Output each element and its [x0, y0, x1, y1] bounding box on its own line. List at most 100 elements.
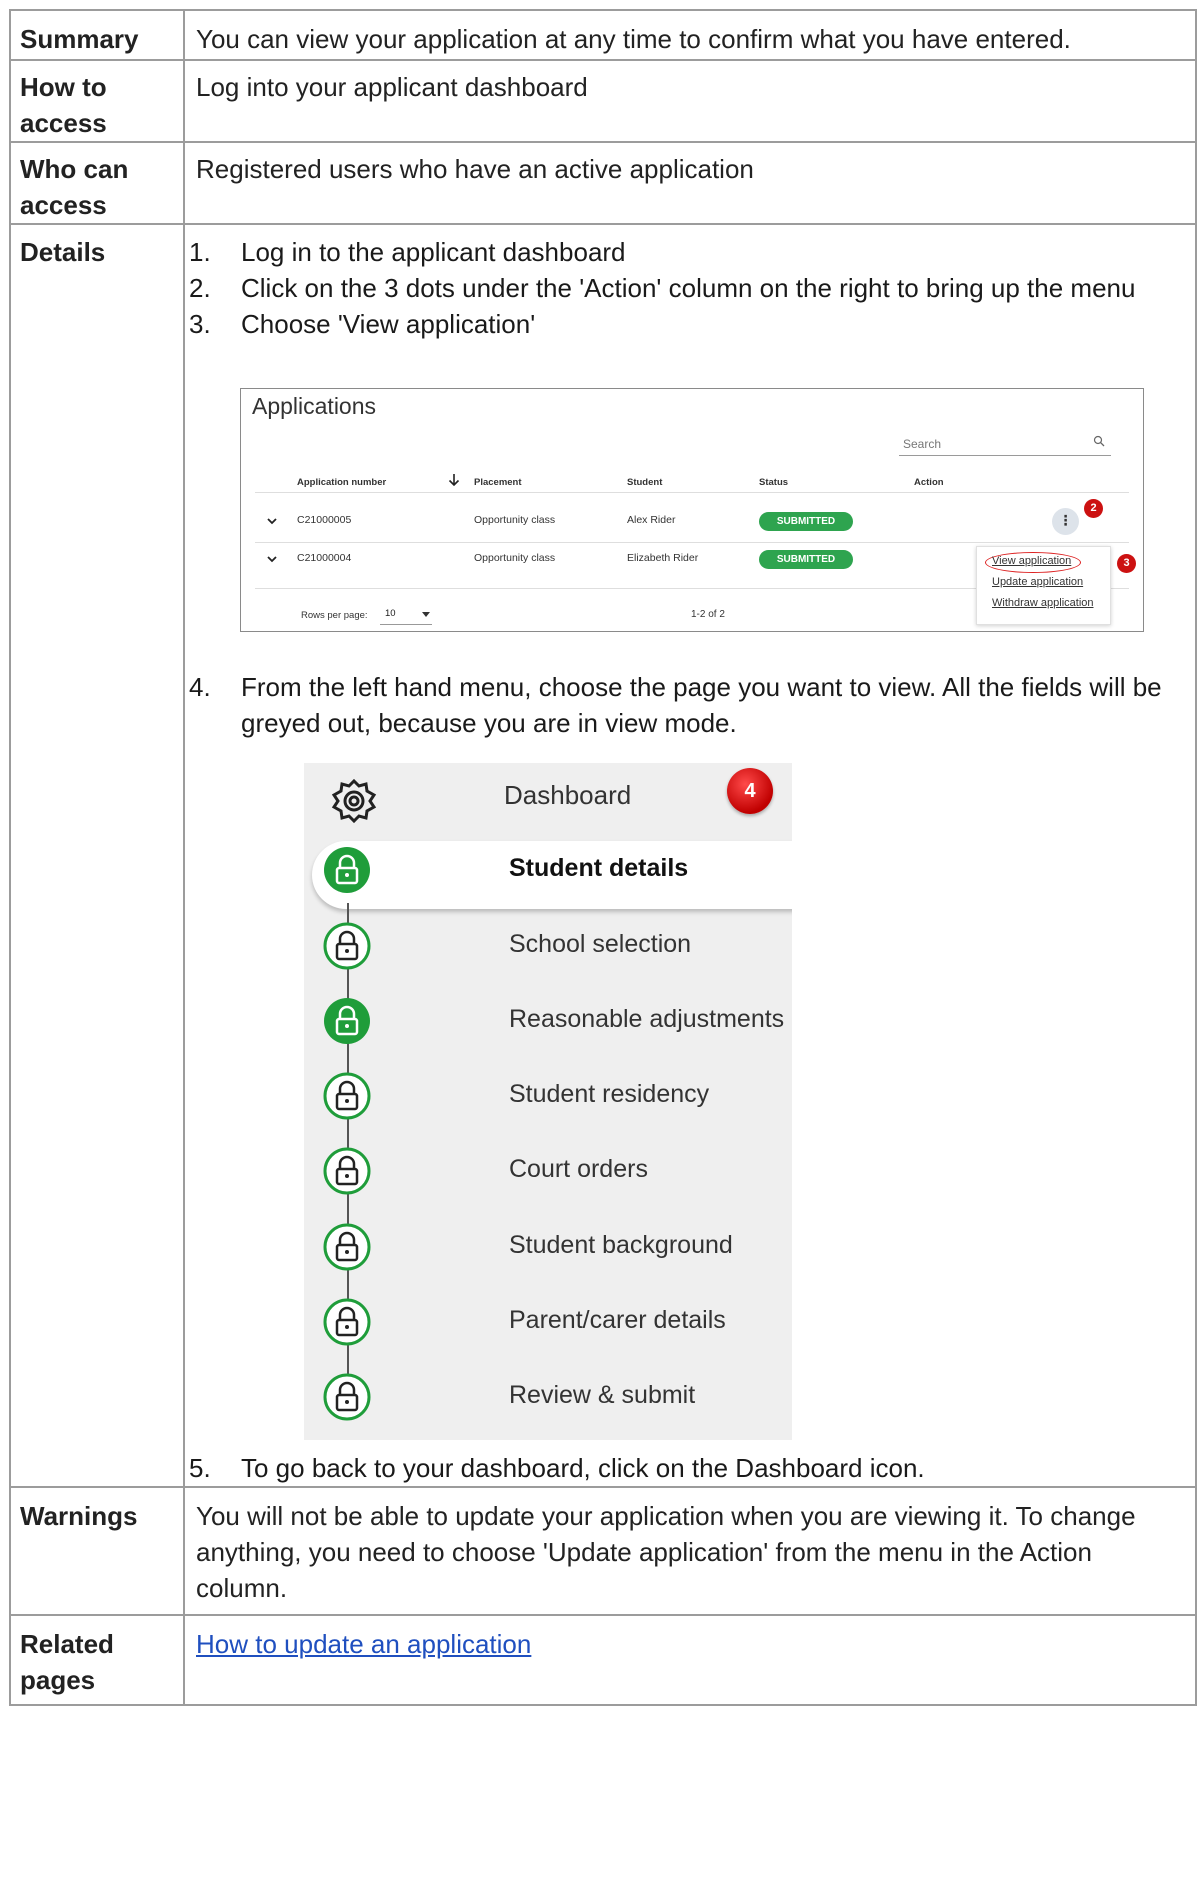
step-4: 4. From the left hand menu, choose the pa…	[185, 669, 1195, 741]
chevron-down-icon[interactable]	[266, 553, 278, 565]
column-header-student: Student	[627, 477, 663, 488]
chevron-down-icon[interactable]	[266, 515, 278, 527]
search-placeholder: Search	[903, 437, 942, 451]
row-2-status-badge: SUBMITTED	[759, 550, 853, 569]
nav-item-label: Student residency	[509, 1080, 710, 1108]
who-can-access-row: Who can access Registered users who have…	[9, 141, 1197, 225]
row-2-student: Elizabeth Rider	[627, 552, 699, 564]
lock-icon	[323, 1373, 371, 1421]
lock-icon	[323, 1147, 371, 1195]
lock-icon	[323, 1298, 371, 1346]
details-steps-continued: 4. From the left hand menu, choose the pa…	[185, 632, 1195, 741]
row-1-action-menu-button[interactable]: ⋮	[1052, 508, 1079, 535]
step-2-text: Click on the 3 dots under the 'Action' c…	[241, 273, 1136, 303]
row-1-application-number: C21000005	[297, 514, 352, 526]
nav-item-school-selection[interactable]: School selection	[304, 913, 792, 989]
step-4-number: 4.	[189, 672, 211, 702]
step-4-text: From the left hand menu, choose the page…	[241, 672, 1162, 738]
details-content-cell: 1. Log in to the applicant dashboard 2. Cl…	[183, 223, 1197, 1488]
dashboard-nav-item[interactable]: Dashboard 4	[304, 763, 792, 839]
how-to-access-label-cell: How to access	[9, 59, 185, 143]
nav-item-label: Student background	[509, 1231, 733, 1259]
related-pages-text: How to update an application	[185, 1616, 1195, 1662]
how-to-access-label: How to access	[20, 72, 107, 138]
nav-item-label: Review & submit	[509, 1381, 696, 1409]
nav-item-student-residency[interactable]: Student residency	[304, 1063, 792, 1139]
nav-item-label: Parent/carer details	[509, 1306, 726, 1334]
step-5-text: To go back to your dashboard, click on t…	[241, 1453, 925, 1483]
nav-item-label: Reasonable adjustments	[509, 1005, 785, 1033]
column-header-action: Action	[914, 477, 944, 488]
lock-icon	[324, 998, 370, 1044]
lock-icon	[323, 1072, 371, 1120]
summary-label-cell: Summary	[9, 9, 185, 61]
gear-icon[interactable]	[330, 777, 378, 825]
column-header-application-number[interactable]: Application number	[297, 477, 386, 488]
related-pages-row: Related pages How to update an applicati…	[9, 1614, 1197, 1706]
warnings-label: Warnings	[20, 1501, 138, 1531]
row-2-application-number: C21000004	[297, 552, 352, 564]
nav-item-label: School selection	[509, 930, 692, 958]
applications-search-input[interactable]: Search	[899, 432, 1111, 456]
column-header-status: Status	[759, 477, 789, 488]
summary-label: Summary	[20, 24, 139, 54]
summary-text-cell: You can view your application at any tim…	[183, 9, 1197, 61]
action-dropdown-menu: View application Update application With…	[976, 546, 1111, 625]
header-divider	[255, 492, 1129, 493]
step-3: 3. Choose 'View application'	[185, 306, 1195, 342]
rows-per-page-select[interactable]: 10	[380, 607, 432, 625]
caret-down-icon	[422, 612, 430, 617]
how-to-access-text-cell: Log into your applicant dashboard	[183, 59, 1197, 143]
summary-text: You can view your application at any tim…	[196, 24, 1071, 54]
help-document: Summary You can view your application at…	[0, 0, 1197, 1885]
nav-item-reasonable-adjustments[interactable]: Reasonable adjustments	[304, 988, 792, 1064]
nav-item-label: Court orders	[509, 1155, 648, 1183]
applications-title: Applications	[252, 393, 377, 419]
column-header-placement: Placement	[474, 477, 522, 488]
callout-marker-3: 3	[1117, 554, 1136, 573]
warnings-text-cell: You will not be able to update your appl…	[183, 1486, 1197, 1616]
lock-icon	[323, 1223, 371, 1271]
warnings-row: Warnings You will not be able to update …	[9, 1486, 1197, 1616]
warnings-label-cell: Warnings	[9, 1486, 185, 1616]
menu-item-view-application[interactable]: View application	[992, 555, 1071, 567]
rows-per-page-value: 10	[385, 608, 396, 619]
step-1-number: 1.	[189, 237, 211, 267]
who-can-access-text-cell: Registered users who have an active appl…	[183, 141, 1197, 225]
nav-item-review-submit[interactable]: Review & submit	[304, 1364, 792, 1440]
step-1-text: Log in to the applicant dashboard	[241, 237, 626, 267]
step-3-number: 3.	[189, 309, 211, 339]
menu-item-update-application[interactable]: Update application	[992, 576, 1083, 588]
nav-item-student-background[interactable]: Student background	[304, 1214, 792, 1290]
step-5: 5. To go back to your dashboard, click on…	[185, 1450, 1195, 1486]
row-1-placement: Opportunity class	[474, 514, 556, 526]
how-to-access-text: Log into your applicant dashboard	[196, 72, 588, 102]
row-2-placement: Opportunity class	[474, 552, 556, 564]
step-1: 1. Log in to the applicant dashboard	[185, 234, 1195, 270]
row-1-status-badge: SUBMITTED	[759, 512, 853, 531]
pagination-text: 1-2 of 2	[691, 609, 725, 620]
sort-arrow-down-icon[interactable]	[448, 473, 460, 487]
callout-marker-4: 4	[727, 768, 773, 814]
lock-icon	[323, 922, 371, 970]
nav-item-court-orders[interactable]: Court orders	[304, 1138, 792, 1214]
related-pages-cell: How to update an application	[183, 1614, 1197, 1706]
row-divider	[255, 542, 1129, 543]
related-pages-label-cell: Related pages	[9, 1614, 185, 1706]
nav-item-student-details[interactable]: Student details	[304, 837, 792, 913]
step-3-text: Choose 'View application'	[241, 309, 536, 339]
related-page-link[interactable]: How to update an application	[196, 1629, 531, 1659]
nav-item-parent-carer-details[interactable]: Parent/carer details	[304, 1289, 792, 1365]
menu-item-withdraw-application[interactable]: Withdraw application	[992, 597, 1094, 609]
info-table: Summary You can view your application at…	[9, 9, 1197, 1706]
applications-screenshot: Applications Search Application number P…	[240, 388, 1144, 632]
details-label-cell: Details	[9, 223, 185, 1488]
details-row: Details 1. Log in to the applicant dashbo…	[9, 223, 1197, 1488]
summary-row: Summary You can view your application at…	[9, 9, 1197, 61]
row-1-student: Alex Rider	[627, 514, 676, 526]
step-2: 2. Click on the 3 dots under the 'Action'…	[185, 270, 1195, 306]
nav-item-label: Student details	[509, 854, 689, 882]
who-can-access-label: Who can access	[20, 154, 129, 220]
dashboard-label: Dashboard	[504, 780, 632, 810]
step-2-number: 2.	[189, 273, 211, 303]
